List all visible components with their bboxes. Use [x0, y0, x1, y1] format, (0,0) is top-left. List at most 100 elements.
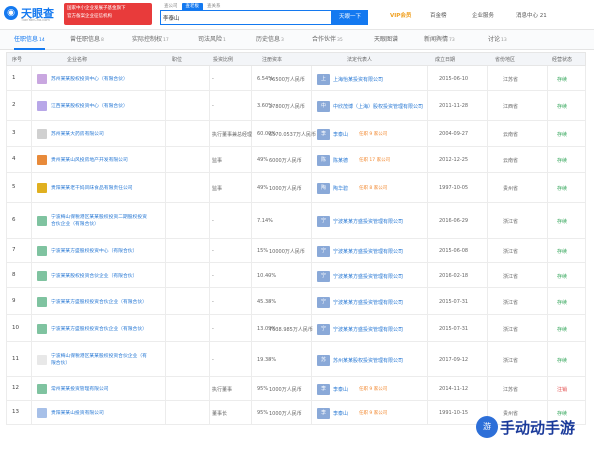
- company-logo: [37, 74, 47, 84]
- company-name-link[interactable]: 常州某某投资管理有限公司: [51, 386, 149, 393]
- legal-rep-tag[interactable]: 任职 17 家公司: [359, 157, 390, 163]
- table-row[interactable]: 10 宁波某某方盛股权投资合伙企业（有限合伙） -13.09% 7638.985万人民…: [6, 315, 586, 342]
- nav-app[interactable]: 百金榜: [430, 11, 447, 19]
- company-logo: [37, 216, 47, 226]
- column-divider: [311, 66, 312, 91]
- legal-rep-link[interactable]: 李泰山: [333, 131, 348, 138]
- legal-rep-link[interactable]: 上海怡某投资有限公司: [333, 76, 383, 83]
- tab-item[interactable]: 新闻舆情73: [424, 30, 455, 50]
- column-divider: [547, 377, 548, 401]
- column-divider: [487, 91, 488, 121]
- position-cell: -: [212, 273, 214, 279]
- tab-item[interactable]: 历史信息3: [256, 30, 284, 50]
- table-row[interactable]: 2 江西某某股权投资中心（有限合伙） -3.60% 27800万人民币中中欣茂博（上海…: [6, 91, 586, 121]
- column-divider: [31, 203, 32, 239]
- column-divider: [311, 263, 312, 288]
- company-name-link[interactable]: 宁波某某股权投资合伙企业（有限合伙）: [51, 273, 149, 280]
- table-row[interactable]: 12 常州某某投资管理有限公司 执行董事 95% 1000万人民币 李李泰山 任职 9 家公…: [6, 377, 586, 401]
- legal-rep-link[interactable]: 宁波某某方盛投资管理有限公司: [333, 248, 403, 255]
- site-logo[interactable]: ◉ 天眼查 TianYanCha.com: [4, 5, 60, 25]
- column-divider: [311, 401, 312, 425]
- tab-item[interactable]: 天眼图谱: [374, 30, 399, 50]
- company-name-link[interactable]: 宁波某某方盛股权投资中心（有限合伙）: [51, 248, 149, 255]
- tab-item[interactable]: 实际控制权17: [132, 30, 169, 50]
- column-divider: [251, 91, 252, 121]
- company-name-link[interactable]: 贵州某某山风投房地产开发有限公司: [51, 157, 149, 164]
- table-row[interactable]: 9 宁波某某方盛股权投资合伙企业（有限合伙） -45.38% - 宁宁波某某方盛投资管理…: [6, 288, 586, 315]
- tab-item[interactable]: 任职信息14: [14, 30, 45, 50]
- legal-rep-link[interactable]: 中欣茂博（上海）股权投资管理有限公司: [333, 103, 423, 110]
- tab-item[interactable]: 曾任职信息8: [70, 30, 104, 50]
- legal-rep-link[interactable]: 宁波某某方盛投资管理有限公司: [333, 299, 403, 306]
- legal-rep-tag[interactable]: 任职 9 家公司: [359, 131, 387, 137]
- tab-item[interactable]: 合作伙伴35: [312, 30, 343, 50]
- column-divider: [487, 203, 488, 239]
- tab-item[interactable]: 司法风险1: [198, 30, 226, 50]
- legal-rep-avatar: 宁: [317, 246, 330, 257]
- company-name-link[interactable]: 宁波梅山保税港区某某股权投资合伙企业（有限合伙）: [51, 353, 149, 367]
- promo-banner[interactable]: 国家中小企业发展子基金旗下 官方备案企业征信机构: [64, 3, 152, 25]
- row-index: 10: [12, 325, 19, 331]
- legal-rep-link[interactable]: 苏州某某股权投资管理有限公司: [333, 357, 403, 364]
- tab-item[interactable]: 讨论13: [488, 30, 507, 50]
- company-name-link[interactable]: 苏州某某股权投资中心（有限合伙）: [51, 76, 149, 83]
- legal-rep-link[interactable]: 宁波某某方盛投资管理有限公司: [333, 273, 403, 280]
- company-name-link[interactable]: 宁波某某方盛股权投资合伙企业（有限合伙）: [51, 326, 149, 333]
- column-divider: [31, 263, 32, 288]
- search-button[interactable]: 天眼一下: [332, 10, 368, 25]
- legal-rep-tag[interactable]: 任职 9 家公司: [359, 386, 387, 392]
- legal-rep-avatar: 李: [317, 384, 330, 395]
- column-divider: [209, 66, 210, 91]
- table-row[interactable]: 11 宁波梅山保税港区某某股权投资合伙企业（有限合伙） -19.38% - 苏苏州某某股…: [6, 342, 586, 377]
- company-name-link[interactable]: 贵阳某某山投资有限公司: [51, 410, 149, 417]
- company-name-link[interactable]: 宁波某某方盛股权投资合伙企业（有限合伙）: [51, 299, 149, 306]
- company-name-link[interactable]: 苏州某某大药房有限公司: [51, 131, 149, 138]
- company-name-link[interactable]: 江西某某股权投资中心（有限合伙）: [51, 103, 149, 110]
- tab-label: 任职信息: [14, 36, 39, 43]
- nav-vip[interactable]: VIP会员: [390, 11, 411, 19]
- capital-cell: -: [269, 299, 271, 305]
- top-bar: ◉ 天眼查 TianYanCha.com 国家中小企业发展子基金旗下 官方备案企…: [0, 0, 594, 30]
- row-index: 5: [12, 184, 16, 190]
- search-input[interactable]: [163, 13, 323, 23]
- status-badge: 存续: [557, 186, 568, 192]
- company-logo: [37, 101, 47, 111]
- table-row[interactable]: 5 贵阳某某老干妈风味食品有限责任公司 监事 49% 1000万人民币 陶陶华碧 任职 8 …: [6, 173, 586, 203]
- table-row[interactable]: 6 宁波梅山保税港区某某股权投资二期股权投资合伙企业（有限合伙） -7.14% - 宁宁…: [6, 203, 586, 239]
- column-divider: [165, 263, 166, 288]
- column-divider: [165, 239, 166, 263]
- legal-rep-link[interactable]: 李泰山: [333, 410, 348, 417]
- company-logo: [37, 355, 47, 365]
- search-type-tabs: 查公司 查老板 查关系: [160, 2, 225, 11]
- position-cell: -: [212, 248, 214, 254]
- column-divider: [165, 342, 166, 377]
- legal-rep-tag[interactable]: 任职 8 家公司: [359, 185, 387, 191]
- tab-label: 新闻舆情: [424, 36, 449, 43]
- nav-enterprise[interactable]: 企业服务: [472, 11, 494, 19]
- row-index: 4: [12, 156, 16, 162]
- status-badge: 存续: [557, 104, 568, 110]
- company-name-link[interactable]: 宁波梅山保税港区某某股权投资二期股权投资合伙企业（有限合伙）: [51, 214, 149, 228]
- row-index: 7: [12, 247, 16, 253]
- row-index: 12: [12, 385, 19, 391]
- table-row[interactable]: 7 宁波某某方盛股权投资中心（有限合伙） - 15% 10000万人民币 宁宁波某某方盛投…: [6, 239, 586, 263]
- legal-rep-link[interactable]: 陶华碧: [333, 185, 348, 192]
- nav-messages[interactable]: 消息中心 21: [516, 11, 547, 19]
- legal-rep-link[interactable]: 陈某德: [333, 157, 348, 164]
- table-row[interactable]: 8 宁波某某股权投资合伙企业（有限合伙） -10.40% - 宁宁波某某方盛投资管理有限…: [6, 263, 586, 288]
- table-row[interactable]: 3 苏州某某大药房有限公司 执行董事兼总经理 60.00% 6570.0537万人民币李…: [6, 121, 586, 147]
- table-row[interactable]: 4 贵州某某山风投房地产开发有限公司 监事 49% 6000万人民币 陈陈某德 任职 17 …: [6, 147, 586, 173]
- watermark: 游 手动动手游: [476, 412, 594, 450]
- legal-rep-link[interactable]: 李泰山: [333, 386, 348, 393]
- company-logo: [37, 408, 47, 418]
- th-date: 成立日期: [435, 57, 456, 63]
- table-row[interactable]: 1 苏州某某股权投资中心（有限合伙） -6.54% 76500万人民币上上海怡某投资有…: [6, 66, 586, 91]
- legal-rep-link[interactable]: 宁波某某方盛投资管理有限公司: [333, 218, 403, 225]
- status-badge: 存续: [557, 358, 568, 364]
- column-divider: [547, 203, 548, 239]
- legal-rep-tag[interactable]: 任职 9 家公司: [359, 410, 387, 416]
- company-name-link[interactable]: 贵阳某某老干妈风味食品有限责任公司: [51, 185, 149, 192]
- legal-rep-link[interactable]: 宁波某某方盛投资管理有限公司: [333, 326, 403, 333]
- column-divider: [251, 173, 252, 203]
- column-divider: [209, 263, 210, 288]
